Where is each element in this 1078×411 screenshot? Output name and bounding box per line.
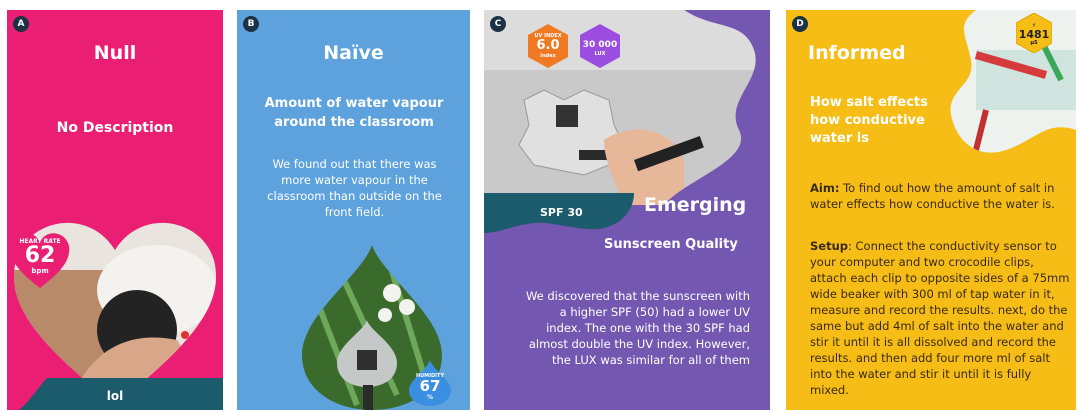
- card-title: Naïve: [323, 42, 384, 64]
- setup-text: : Connect the conductivity sensor to you…: [810, 239, 1070, 397]
- card-subtitle: No Description: [56, 120, 174, 136]
- tag-text: SPF 30: [540, 206, 583, 219]
- badge-unit: %: [426, 394, 433, 401]
- card-subtitle: Amount of water vapour around the classr…: [264, 96, 444, 130]
- badge-unit: index: [540, 53, 556, 59]
- card-informed: D ⚡ 1481 µS Informed How salt effects ho…: [786, 10, 1076, 410]
- card-naive: B Naïve Amount of water vapour around th…: [237, 10, 470, 410]
- card-subtitle: How salt effects how conductive water is: [810, 95, 928, 146]
- badge-value: 62: [24, 242, 56, 268]
- card-subtitle: Sunscreen Quality: [604, 237, 738, 252]
- card-letter-badge: C: [490, 16, 506, 32]
- badge-unit: LUX: [594, 51, 606, 57]
- card-emerging: C UV INDEX 6.0 index 30 000 LUX SPF 30 E…: [484, 10, 770, 410]
- uv-index-badge: UV INDEX 6.0 index: [528, 24, 568, 68]
- card-null: A Null No Description HEART RATE 62 bpm …: [7, 10, 223, 410]
- footer-text: lol: [106, 389, 124, 403]
- card-letter-badge: B: [243, 16, 259, 32]
- setup-paragraph: Setup: Connect the conductivity sensor t…: [810, 238, 1070, 398]
- card-letter-badge: D: [792, 16, 808, 32]
- badge-value: 6.0: [536, 38, 560, 53]
- card-title: Null: [93, 42, 137, 64]
- heart-rate-badge: HEART RATE 62 bpm: [9, 228, 71, 290]
- aim-label: Aim:: [810, 181, 840, 195]
- aim-paragraph: Aim: To find out how the amount of salt …: [810, 180, 1070, 212]
- badge-value: 30 000: [582, 40, 618, 50]
- badge-unit: bpm: [31, 266, 49, 275]
- lux-badge: 30 000 LUX: [580, 24, 620, 68]
- badge-value: 67: [419, 377, 441, 395]
- card-body: We discovered that the sunscreen with a …: [525, 289, 750, 367]
- card-letter-badge: A: [13, 16, 29, 32]
- badge-unit: µS: [1030, 40, 1038, 46]
- card-title: Informed: [808, 42, 906, 64]
- setup-label: Setup: [810, 239, 848, 253]
- card-body: We found out that there was more water v…: [267, 157, 442, 219]
- badge-value: 1481: [1018, 28, 1050, 41]
- humidity-badge: HUMIDITY 67 %: [409, 360, 451, 406]
- aim-text: To find out how the amount of salt in wa…: [810, 181, 1055, 211]
- conductivity-badge: ⚡ 1481 µS: [1016, 13, 1052, 53]
- card-title: Emerging: [644, 194, 747, 216]
